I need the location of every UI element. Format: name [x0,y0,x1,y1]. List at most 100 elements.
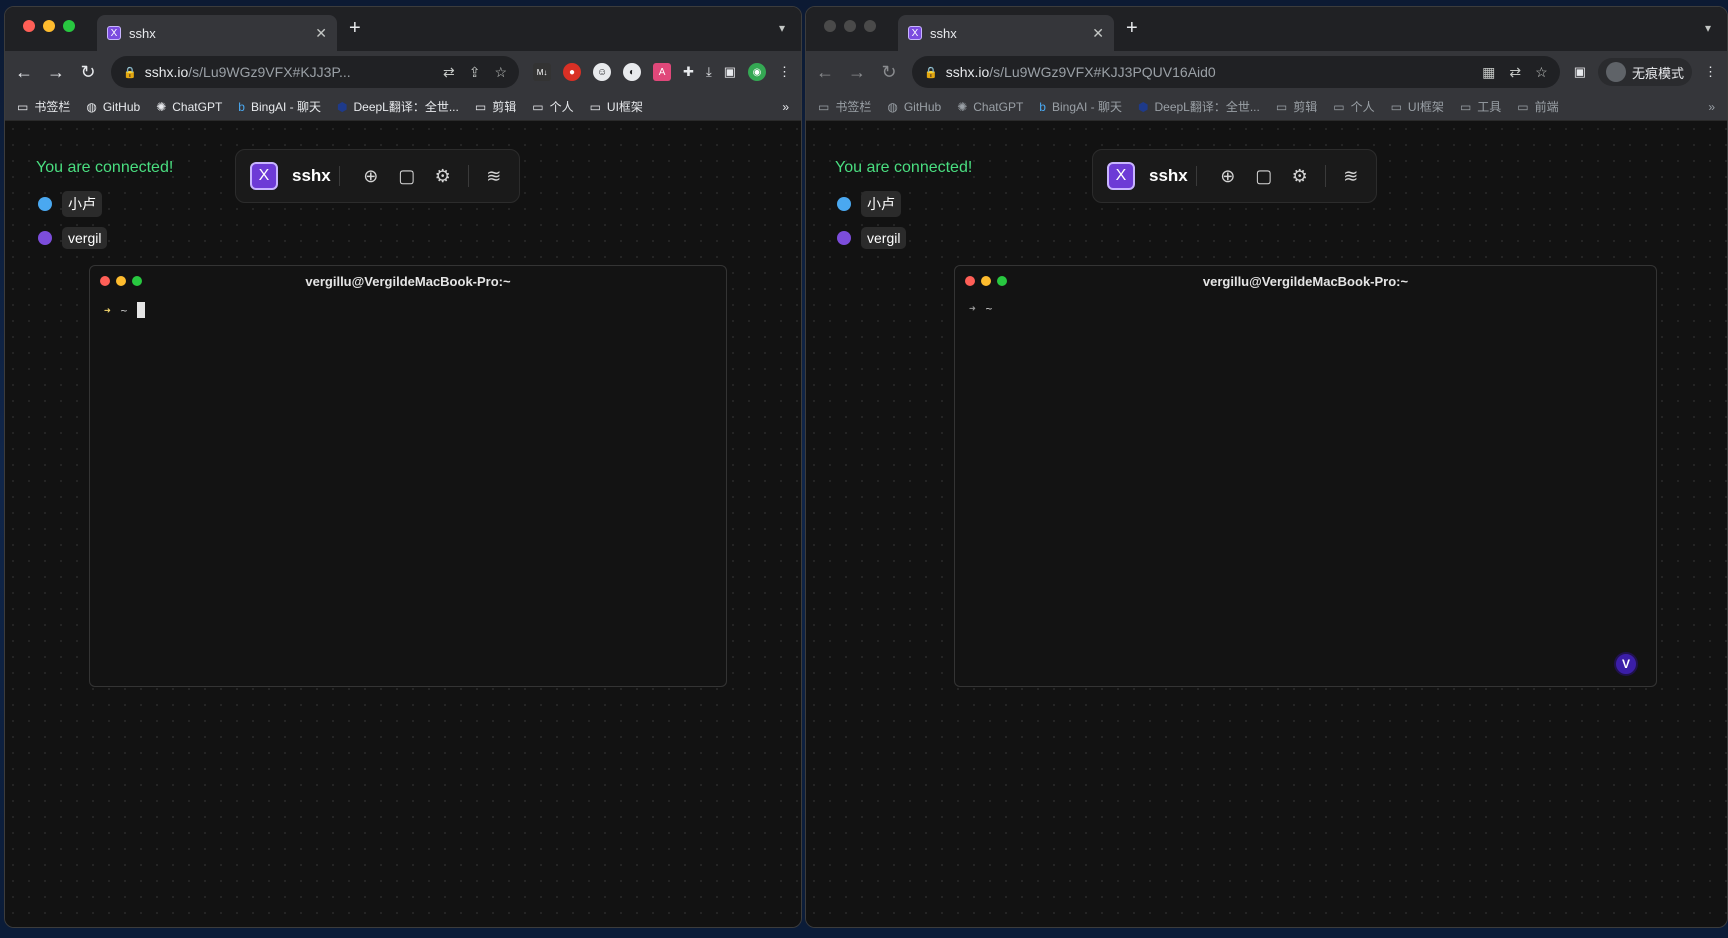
url-host: sshx.io [144,64,189,80]
tab-search-chevron-icon[interactable]: ▾ [779,21,785,35]
tab-sshx[interactable]: X sshx ✕ [97,15,337,51]
qr-code-icon[interactable]: ▦ [1482,64,1495,81]
bookmark-item[interactable]: ⬢ DeepL翻译：全世... [337,98,459,115]
bookmarks-more-icon[interactable]: » [1708,100,1715,114]
sshx-canvas[interactable]: You are connected! 小卢 vergil X sshx ⊕ ▢ … [5,121,801,927]
user-item: vergil [38,227,108,249]
puzzle-extensions-icon[interactable]: ✚ [683,64,694,80]
incognito-badge[interactable]: 无痕模式 [1597,58,1692,86]
terminal-maximize-button[interactable] [997,276,1007,286]
terminal-close-button[interactable] [965,276,975,286]
close-window-button[interactable] [824,20,836,32]
red-extension-icon[interactable]: ● [563,63,582,81]
bookmark-item[interactable]: b BingAI - 聊天 [238,98,321,115]
incognito-icon [1605,62,1626,82]
chat-icon[interactable]: ▢ [396,166,418,187]
maximize-window-button[interactable] [63,20,75,32]
settings-gear-icon[interactable]: ⚙ [432,166,454,187]
side-panel-icon[interactable]: ▣ [724,64,736,80]
share-icon[interactable]: ⇪ [469,64,481,81]
bookmark-item[interactable]: ✺ ChatGPT [156,100,222,114]
bookmark-item[interactable]: ▭ UI框架 [1391,98,1444,115]
new-terminal-plus-icon[interactable]: ⊕ [360,166,382,187]
back-arrow-icon[interactable]: ← [816,62,834,83]
forward-arrow-icon[interactable]: → [848,62,866,83]
terminal-titlebar[interactable]: vergillu@VergildeMacBook-Pro:~ [955,266,1656,296]
settings-gear-icon[interactable]: ⚙ [1289,166,1311,187]
forward-arrow-icon[interactable]: → [47,62,65,83]
new-terminal-plus-icon[interactable]: ⊕ [1217,166,1239,187]
face-extension-icon[interactable]: ☺ [593,63,612,81]
profile-avatar-icon[interactable]: ◉ [748,63,766,81]
address-bar[interactable]: 🔒 sshx.io/s/Lu9WGz9VFX#KJJ3PQUV16Aid0 ▦ … [912,56,1560,88]
terminal-output[interactable]: ➜ ~ [90,296,726,324]
bookmark-item[interactable]: ▭ 前端 [1517,98,1558,115]
kebab-menu-icon[interactable]: ⋮ [1704,64,1717,80]
terminal-window[interactable]: vergillu@VergildeMacBook-Pro:~ ➜ ~ V [954,265,1657,687]
bookmark-item[interactable]: ▭ 个人 [532,98,573,115]
lock-icon: 🔒 [123,66,137,79]
user-list: 小卢 vergil [837,191,907,249]
bookmark-item[interactable]: ▭ 书签栏 [17,98,70,115]
terminal-maximize-button[interactable] [132,276,142,286]
compass-extension-icon[interactable]: ◐ [623,63,642,81]
sshx-canvas[interactable]: You are connected! 小卢 vergil X sshx ⊕ ▢ … [806,121,1727,927]
bookmark-item[interactable]: ◍ GitHub [86,100,140,114]
tab-close-icon[interactable]: ✕ [1092,25,1104,42]
bookmark-item[interactable]: ▭ 剪辑 [1276,98,1317,115]
terminal-minimize-button[interactable] [116,276,126,286]
bookmark-item[interactable]: ◍ GitHub [887,100,941,114]
tab-sshx[interactable]: X sshx ✕ [898,15,1114,51]
bookmark-star-icon[interactable]: ☆ [1535,64,1548,81]
terminal-output[interactable]: ➜ ~ [955,296,1656,321]
bookmark-item[interactable]: ✺ ChatGPT [957,100,1023,114]
toolbar-divider [1324,165,1326,187]
user-name: 小卢 [861,191,901,217]
reload-icon[interactable]: ↻ [880,62,898,83]
side-panel-icon[interactable]: ▣ [1574,64,1586,80]
network-wifi-icon[interactable]: ≋ [1340,166,1362,187]
terminal-window[interactable]: vergillu@VergildeMacBook-Pro:~ ➜ ~ [89,265,727,687]
prompt-arrow: ➜ [969,302,976,315]
terminal-minimize-button[interactable] [981,276,991,286]
terminal-close-button[interactable] [100,276,110,286]
bookmark-item[interactable]: ▭ 工具 [1460,98,1501,115]
download-icon[interactable]: ⤓ [706,64,712,80]
bookmark-star-icon[interactable]: ☆ [494,64,507,81]
bookmark-item[interactable]: ▭ 剪辑 [475,98,516,115]
kebab-menu-icon[interactable]: ⋮ [778,64,791,80]
maximize-window-button[interactable] [864,20,876,32]
minimize-window-button[interactable] [844,20,856,32]
folder-icon: ▭ [589,99,601,114]
bookmark-item[interactable]: ▭ UI框架 [590,98,643,115]
bookmark-item[interactable]: b BingAI - 聊天 [1039,98,1122,115]
close-window-button[interactable] [23,20,35,32]
user-list: 小卢 vergil [38,191,108,249]
bookmark-item[interactable]: ▭ 个人 [1333,98,1374,115]
tab-close-icon[interactable]: ✕ [315,25,327,42]
user-avatar[interactable]: V [1614,652,1638,676]
bookmarks-more-icon[interactable]: » [782,100,789,114]
new-tab-button[interactable]: + [349,17,361,40]
markdown-extension-icon[interactable]: M↓ [533,63,552,81]
terminal-title: vergillu@VergildeMacBook-Pro:~ [1202,273,1409,289]
chat-icon[interactable]: ▢ [1253,166,1275,187]
back-arrow-icon[interactable]: ← [15,62,33,83]
reload-icon[interactable]: ↻ [79,62,97,83]
translate-icon[interactable]: ⇄ [1509,64,1521,81]
bookmark-item[interactable]: ▭ 书签栏 [818,98,871,115]
app-name: sshx [1149,166,1197,186]
tab-search-chevron-icon[interactable]: ▾ [1705,21,1711,35]
extensions-area: ▣ 无痕模式 ⋮ [1574,58,1717,86]
network-wifi-icon[interactable]: ≋ [483,166,505,187]
new-tab-button[interactable]: + [1126,17,1138,40]
translate-icon[interactable]: ⇄ [443,64,455,81]
browser-window-left: X sshx ✕ + ▾ ← → ↻ 🔒 sshx.io/s/Lu9WGz9VF… [4,6,802,928]
address-bar[interactable]: 🔒 sshx.io/s/Lu9WGz9VFX#KJJ3P... ⇄ ⇪ ☆ [111,56,520,88]
minimize-window-button[interactable] [43,20,55,32]
pink-extension-icon[interactable]: A [653,63,672,81]
terminal-titlebar[interactable]: vergillu@VergildeMacBook-Pro:~ [90,266,726,296]
terminal-cursor [137,302,146,318]
bookmark-item[interactable]: ⬢ DeepL翻译：全世... [1138,98,1260,115]
user-color-dot [38,197,52,211]
